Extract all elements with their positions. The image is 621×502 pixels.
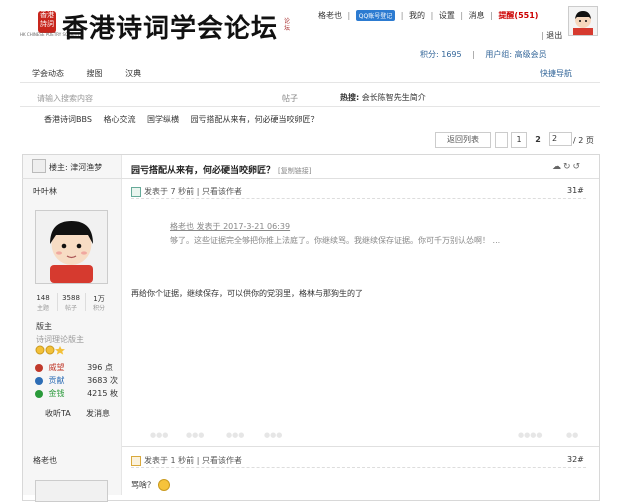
reminder-link[interactable]: 提醒(551) <box>498 11 538 20</box>
online-status-icon <box>131 455 141 466</box>
report-action[interactable]: ●●●● <box>518 431 542 439</box>
prev-page-button[interactable] <box>495 132 508 148</box>
logout-link[interactable]: 退出 <box>546 31 562 40</box>
user-avatar[interactable] <box>568 6 598 36</box>
stat-topics-label: 主题 <box>36 305 49 312</box>
divider <box>22 178 599 179</box>
search-input[interactable]: 请输入搜索内容 <box>37 93 93 104</box>
breadcrumb-item[interactable]: 格心交流 <box>103 115 135 124</box>
breadcrumb: 香港诗词BBS 格心交流 国学纵横 园亏搭配从来有，何必硬当咬卵匠？ <box>44 114 328 125</box>
author-avatar[interactable] <box>35 210 108 284</box>
points-link[interactable]: 积分: 1695 <box>420 50 462 59</box>
quick-nav-button[interactable]: 快捷导航 <box>540 68 572 79</box>
divider <box>20 106 600 107</box>
post-meta: 发表于 1 秒前 | 只看该作者 <box>131 455 242 466</box>
stat-posts-count[interactable]: 3588 <box>59 294 83 302</box>
post-floor-number[interactable]: 31# <box>567 186 584 195</box>
breadcrumb-item[interactable]: 香港诗词BBS <box>44 115 92 124</box>
return-to-list-button[interactable]: 返回列表 <box>435 132 491 148</box>
next-thread-icon[interactable]: ↺ <box>573 162 583 172</box>
online-status-icon <box>131 186 141 197</box>
reply-action[interactable]: ●●● <box>226 431 244 439</box>
logo-seal: 香港詩詞 <box>38 11 56 33</box>
page-number-input[interactable]: 2 <box>549 132 572 146</box>
nav-item-search-images[interactable]: 搜图 <box>87 69 103 78</box>
avatar-icon <box>569 7 597 35</box>
settings-link[interactable]: 设置 <box>439 11 455 20</box>
follow-button[interactable]: 收听TA <box>45 408 71 419</box>
quote-text: 够了。这些证据完全够把你推上法庭了。你继续骂。我继续保存证据。你可千万别认怂啊！… <box>170 236 501 245</box>
medal-icon <box>35 345 65 355</box>
field-money: 金钱 4215 枚 <box>35 388 118 399</box>
reply-action[interactable]: ●●● <box>264 431 282 439</box>
my-link[interactable]: 我的 <box>409 11 425 20</box>
nav-item-news[interactable]: 学会动态 <box>32 69 64 78</box>
breadcrumb-item[interactable]: 国学纵横 <box>147 115 179 124</box>
author-avatar[interactable] <box>35 480 108 502</box>
contribution-icon <box>35 376 43 385</box>
hot-search: 热搜: 会长陈智先生简介 <box>340 92 426 103</box>
logout-row: | 退出 <box>541 31 563 40</box>
divider <box>57 293 58 311</box>
user-toolbar: 格老也 | QQ账号登记 | 我的 | 设置 | 消息 | 提醒(551) <box>318 10 539 21</box>
nav-item-handian[interactable]: 汉典 <box>125 69 141 78</box>
search-category-select[interactable]: 帖子 <box>282 93 298 104</box>
reply-action[interactable]: ●●● <box>186 431 204 439</box>
divider <box>131 198 586 200</box>
quote-source-link[interactable]: 格老也 发表于 2017-3-21 06:39 <box>170 221 290 232</box>
reply-action[interactable]: ●●● <box>150 431 168 439</box>
copy-link-button[interactable]: [复制链接] <box>278 167 311 175</box>
thread-tools: ☁↻↺ <box>552 162 582 172</box>
send-message-button[interactable]: 发消息 <box>86 408 110 419</box>
prev-thread-icon[interactable]: ↻ <box>563 162 573 172</box>
money-icon <box>35 389 43 398</box>
divider <box>131 467 586 469</box>
op-avatar-icon <box>32 159 46 173</box>
post-body: 再给你个证据，继续保存，可以供你的党羽里，格林与那狗生的了 <box>131 289 363 298</box>
print-icon[interactable]: ☁ <box>552 162 563 172</box>
user-badges <box>35 345 65 357</box>
user-points: 积分: 1695 | 用户组: 高级会员 <box>420 50 547 59</box>
stat-posts-label: 帖子 <box>64 305 77 312</box>
user-rank[interactable]: 版主 <box>36 321 52 332</box>
cartoon-avatar-icon <box>36 211 107 283</box>
stat-credits-label: 积分 <box>92 305 105 312</box>
thread-title: 园亏搭配从来有，何必硬当咬卵匠？ [复制链接] <box>131 166 312 176</box>
post-floor-number[interactable]: 32# <box>567 455 584 464</box>
hot-search-item[interactable]: 会长陈智先生简介 <box>362 93 426 102</box>
field-prestige: 威望 396 点 <box>35 362 113 373</box>
logo-side-text: 论坛 <box>284 18 291 32</box>
qq-login-button[interactable]: QQ账号登记 <box>355 10 396 21</box>
site-logo-title[interactable]: 香港诗词学会论坛 <box>62 8 278 45</box>
breadcrumb-item[interactable]: 园亏搭配从来有，何必硬当咬卵匠？ <box>191 115 319 124</box>
divider <box>85 293 86 311</box>
post-meta: 发表于 7 秒前 | 只看该作者 <box>131 186 242 197</box>
divider <box>20 82 600 83</box>
post-author-name[interactable]: 格老也 <box>33 455 57 466</box>
report-action[interactable]: ●● <box>566 431 578 439</box>
post-author-name[interactable]: 叶叶林 <box>33 186 57 197</box>
messages-link[interactable]: 消息 <box>469 11 485 20</box>
user-rank-title: 诗词理论版主 <box>36 335 84 344</box>
field-contribution: 贡献 3683 次 <box>35 375 118 386</box>
hot-search-label: 热搜: <box>340 93 360 102</box>
post-body: 骂啥？ <box>131 479 170 491</box>
current-page: 2 <box>530 132 546 148</box>
username-link[interactable]: 格老也 <box>318 11 342 20</box>
stat-topics-count[interactable]: 148 <box>31 294 55 302</box>
op-label[interactable]: 楼主: 津河渔梦 <box>49 162 102 173</box>
divider <box>122 446 599 447</box>
main-nav: 学会动态 搜图 汉典 <box>32 68 161 79</box>
usergroup-link[interactable]: 用户组: 高级会员 <box>485 50 546 59</box>
page-total: / 2 页 <box>573 136 594 145</box>
smiley-icon <box>157 479 170 491</box>
prestige-icon <box>35 363 43 372</box>
page-1-link[interactable]: 1 <box>511 132 527 148</box>
